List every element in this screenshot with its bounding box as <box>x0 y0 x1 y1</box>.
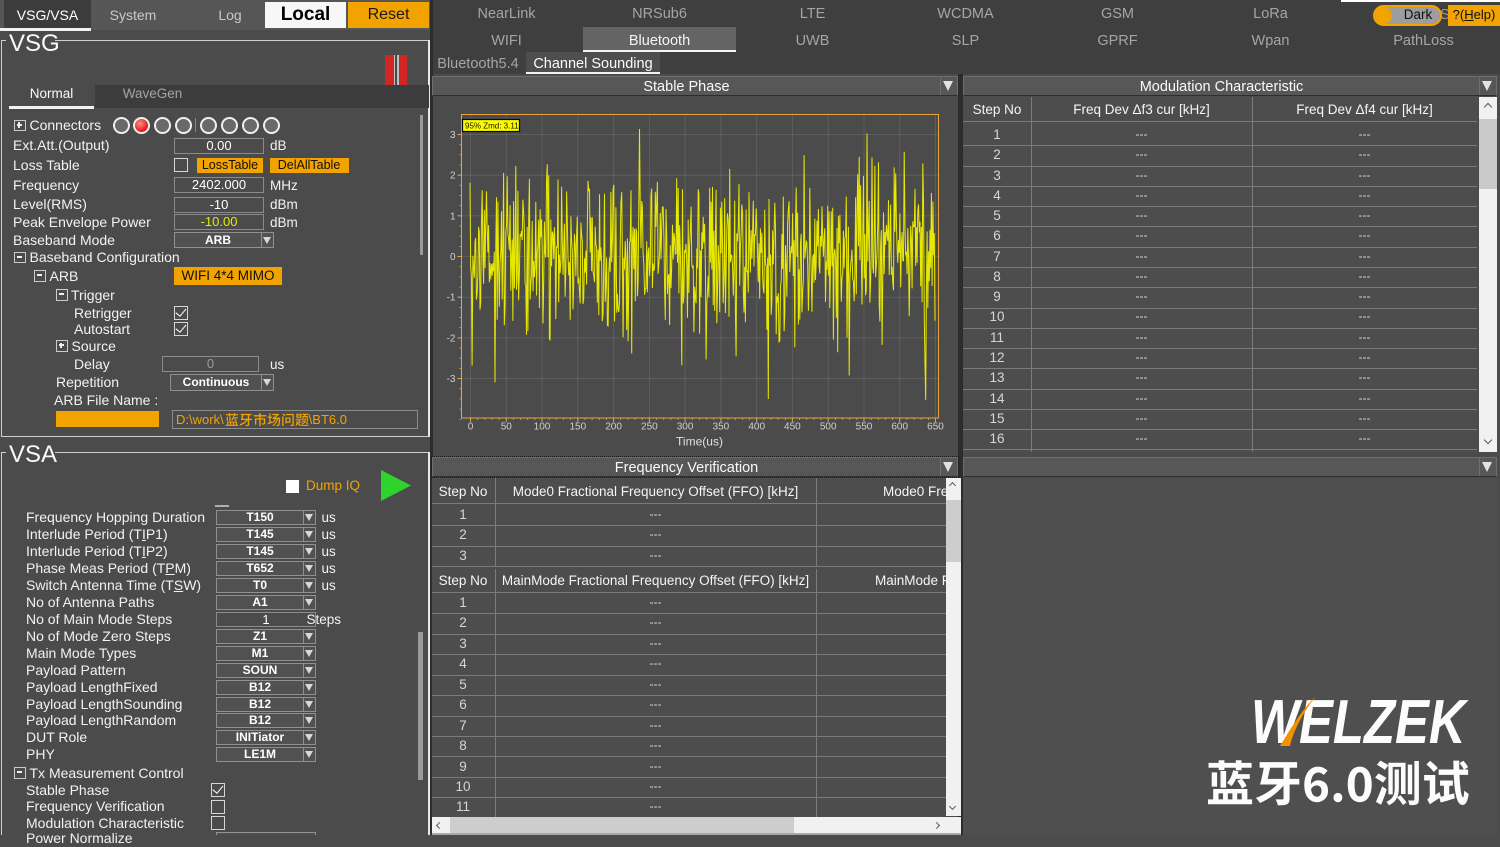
svg-text:95% Zmd: 3.11: 95% Zmd: 3.11 <box>465 122 519 131</box>
svg-text:-2: -2 <box>447 333 456 344</box>
svg-text:150: 150 <box>569 422 586 433</box>
svg-text:0: 0 <box>468 422 474 433</box>
svg-text:-1: -1 <box>447 293 456 304</box>
svg-text:550: 550 <box>856 422 873 433</box>
svg-text:350: 350 <box>713 422 730 433</box>
svg-text:650: 650 <box>927 422 944 433</box>
svg-text:1: 1 <box>450 211 456 222</box>
svg-text:400: 400 <box>748 422 765 433</box>
svg-text:250: 250 <box>641 422 658 433</box>
svg-text:-3: -3 <box>447 374 456 385</box>
svg-text:200: 200 <box>605 422 622 433</box>
svg-text:300: 300 <box>677 422 694 433</box>
svg-text:2: 2 <box>450 171 456 182</box>
svg-text:100: 100 <box>534 422 551 433</box>
svg-text:Time(us): Time(us) <box>676 435 723 449</box>
svg-text:500: 500 <box>820 422 837 433</box>
svg-text:600: 600 <box>891 422 908 433</box>
svg-text:50: 50 <box>501 422 513 433</box>
svg-text:450: 450 <box>784 422 801 433</box>
svg-text:3: 3 <box>450 130 456 141</box>
svg-text:0: 0 <box>450 252 456 263</box>
